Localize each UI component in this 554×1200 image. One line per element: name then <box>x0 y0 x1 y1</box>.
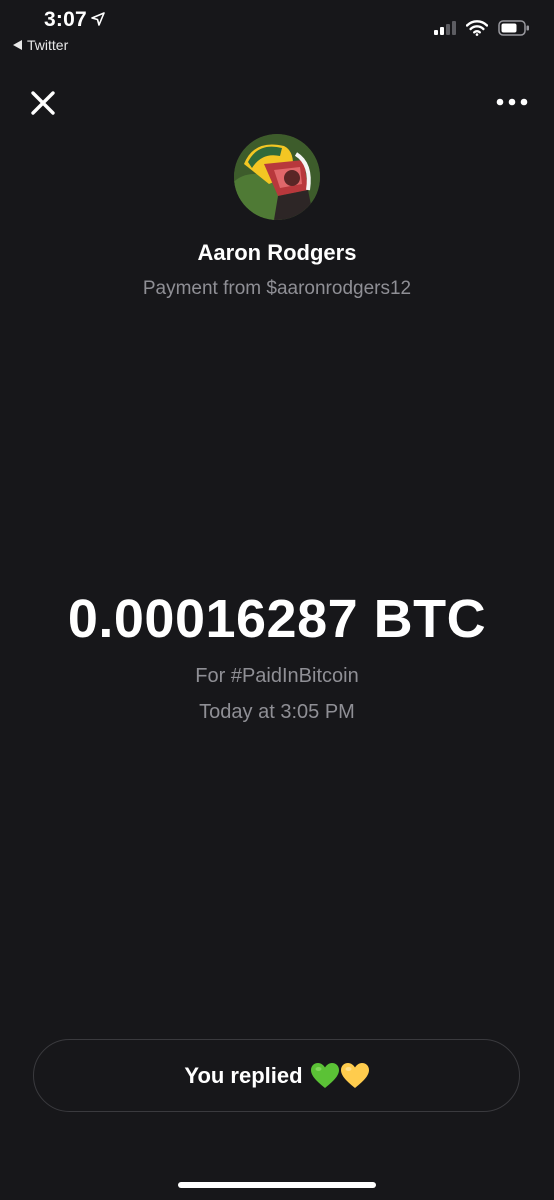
back-app-label: Twitter <box>27 37 69 53</box>
reply-label: You replied <box>184 1062 303 1088</box>
battery-icon <box>498 20 530 41</box>
payment-source: Payment from $aaronrodgers12 <box>142 278 412 299</box>
wifi-icon <box>465 20 489 41</box>
more-options-button[interactable] <box>496 92 528 112</box>
back-to-app-button[interactable]: Twitter <box>13 37 68 53</box>
back-arrow-icon <box>13 37 22 53</box>
cellular-signal-icon <box>434 21 456 40</box>
payment-date: Today at 3:05 PM <box>199 701 355 723</box>
sender-name: Aaron Rodgers <box>197 240 357 265</box>
close-button[interactable] <box>28 88 58 118</box>
status-indicators <box>434 20 530 41</box>
home-indicator[interactable] <box>178 1182 376 1188</box>
status-bar-time: 3:07 <box>44 8 105 32</box>
location-arrow-icon <box>91 8 105 32</box>
status-time-text: 3:07 <box>44 8 87 31</box>
payment-amount: 0.00016287 BTC <box>67 589 487 649</box>
close-icon <box>31 91 55 115</box>
yellow-heart-icon <box>340 1062 369 1088</box>
reply-emoji <box>310 1062 369 1089</box>
green-heart-icon <box>310 1062 339 1088</box>
reply-button[interactable]: You replied <box>33 1039 520 1112</box>
payment-note: For #PaidInBitcoin <box>195 665 359 687</box>
avatar-image <box>234 134 320 220</box>
more-icon <box>496 98 528 106</box>
avatar[interactable] <box>234 134 320 220</box>
